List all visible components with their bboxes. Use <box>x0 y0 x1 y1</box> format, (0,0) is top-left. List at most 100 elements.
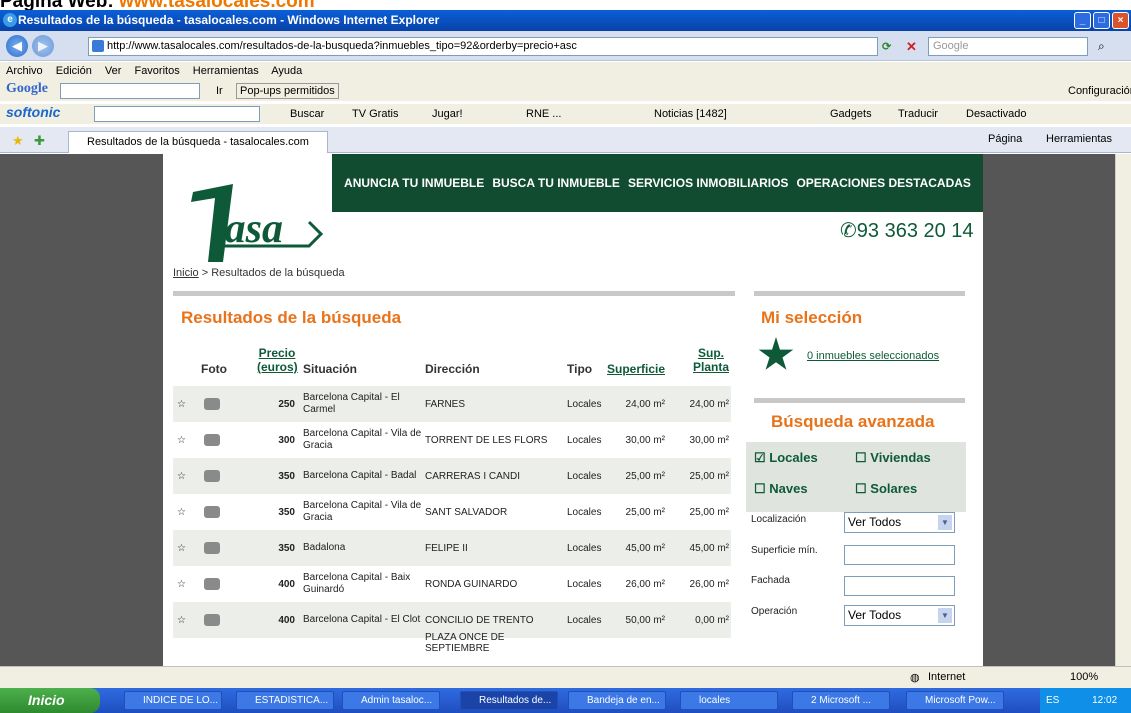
camera-icon[interactable] <box>204 506 220 518</box>
site-container: tasa ANUNCIA TU INMUEBLE BUSCA TU INMUEB… <box>163 154 983 666</box>
configuracion-button[interactable]: Configuración <box>1068 81 1131 101</box>
tray-language[interactable]: ES <box>1046 695 1059 706</box>
col-precio-sort[interactable]: Precio (euros) <box>257 346 298 374</box>
check-naves[interactable]: ☐ Naves <box>754 481 808 497</box>
row-superficie: 24,00 m² <box>625 398 665 410</box>
minimize-icon[interactable]: _ <box>1074 12 1091 29</box>
traducir-button[interactable]: Traducir <box>898 104 938 124</box>
table-row[interactable]: ☆ 350 Badalona FELIPE II Locales 45,00 m² 45,0… <box>173 530 731 566</box>
search-input[interactable]: Google <box>928 37 1088 56</box>
table-row[interactable]: ☆ 350 Barcelona Capital - Vila de Gracia SA… <box>173 494 731 530</box>
selection-star-icon <box>758 337 794 370</box>
system-tray: ES 12:02 <box>1040 688 1131 713</box>
task-indice[interactable]: INDICE DE LO... <box>124 691 222 710</box>
table-row[interactable]: ☆ 400 Barcelona Capital - Baix Guinardó RON… <box>173 566 731 602</box>
camera-icon[interactable] <box>204 578 220 590</box>
table-row[interactable]: ☆ 300 Barcelona Capital - Vila de Gracia TO… <box>173 422 731 458</box>
seleccionados-link[interactable]: 0 inmuebles seleccionados <box>807 350 939 362</box>
col-superficie-sort[interactable]: Superficie <box>607 362 665 376</box>
superficie-input[interactable] <box>844 545 955 565</box>
noticias-button[interactable]: Noticias [1482] <box>654 104 727 124</box>
operacion-select[interactable]: Ver Todos ▼ <box>844 605 955 626</box>
menu-ver[interactable]: Ver <box>105 65 122 77</box>
fachada-input[interactable] <box>844 576 955 596</box>
task-admin[interactable]: Admin tasaloc... <box>342 691 440 710</box>
zoom-level[interactable]: 100% <box>1070 671 1098 683</box>
menu-edicion[interactable]: Edición <box>56 65 92 77</box>
rne-button[interactable]: RNE ... <box>526 104 561 124</box>
row-direccion: FARNES <box>425 398 466 410</box>
task-bandeja[interactable]: Bandeja de en... <box>568 691 666 710</box>
desactivado-button[interactable]: Desactivado <box>966 104 1027 124</box>
popups-button[interactable]: Pop-ups permitidos <box>236 83 339 99</box>
menu-ayuda[interactable]: Ayuda <box>271 65 302 77</box>
menu-favoritos[interactable]: Favoritos <box>134 65 179 77</box>
tab-resultados[interactable]: Resultados de la búsqueda - tasalocales.… <box>68 131 328 153</box>
task-powerpoint[interactable]: Microsoft Pow... <box>906 691 1004 710</box>
table-row-partial[interactable]: PLAZA ONCE DE SEPTIEMBRE <box>173 630 731 666</box>
row-planta: 30,00 m² <box>689 434 729 446</box>
check-locales[interactable]: ☑ Locales <box>754 450 818 466</box>
nav-operaciones[interactable]: OPERACIONES DESTACADAS <box>796 176 970 190</box>
favorite-star-icon[interactable]: ☆ <box>177 494 191 530</box>
pagina-menu[interactable]: Página <box>988 133 1022 145</box>
camera-icon[interactable] <box>204 434 220 446</box>
row-direccion: RONDA GUINARDO <box>425 578 518 590</box>
camera-icon[interactable] <box>204 542 220 554</box>
task-resultados[interactable]: Resultados de... <box>460 691 558 710</box>
gadgets-button[interactable]: Gadgets <box>830 104 872 124</box>
check-viviendas-label: Viviendas <box>870 450 931 465</box>
tasa-logo[interactable]: tasa <box>173 184 323 264</box>
softonic-search-input[interactable] <box>94 106 260 122</box>
task-locales[interactable]: locales <box>680 691 778 710</box>
task-microsoft[interactable]: 2 Microsoft ... <box>792 691 890 710</box>
tv-gratis-button[interactable]: TV Gratis <box>352 104 398 124</box>
task-estadistica[interactable]: ESTADISTICA... <box>236 691 334 710</box>
stop-icon[interactable]: ✕ <box>906 39 917 55</box>
nav-busca[interactable]: BUSCA TU INMUEBLE <box>492 176 620 190</box>
check-solares[interactable]: ☐ Solares <box>855 481 917 497</box>
row-tipo: Locales <box>567 578 602 590</box>
add-favorites-icon[interactable]: ✚ <box>34 133 45 149</box>
vertical-scrollbar[interactable] <box>1115 154 1131 666</box>
table-row[interactable]: ☆ 250 Barcelona Capital - El Carmel FARNES L… <box>173 386 731 422</box>
col-planta-sort[interactable]: Sup. Planta <box>691 346 731 374</box>
google-search-input[interactable] <box>60 83 200 99</box>
check-viviendas[interactable]: ☐ Viviendas <box>855 450 931 466</box>
address-input[interactable]: http://www.tasalocales.com/resultados-de… <box>88 37 878 56</box>
row-tipo: Locales <box>567 398 602 410</box>
favorite-star-icon[interactable]: ☆ <box>177 422 191 458</box>
page-label-prefix: Página Web: <box>0 0 119 10</box>
check-solares-label: Solares <box>870 481 918 496</box>
buscar-button[interactable]: Buscar <box>290 104 324 124</box>
localizacion-select[interactable]: Ver Todos ▼ <box>844 512 955 533</box>
favorite-star-icon[interactable]: ☆ <box>177 458 191 494</box>
camera-icon[interactable] <box>204 470 220 482</box>
address-url: http://www.tasalocales.com/resultados-de… <box>107 40 577 52</box>
refresh-icon[interactable]: ⟳ <box>882 40 891 53</box>
herramientas-menu[interactable]: Herramientas <box>1046 133 1112 145</box>
favorite-star-icon[interactable]: ☆ <box>177 530 191 566</box>
favorite-star-icon[interactable]: ☆ <box>177 386 191 422</box>
nav-anuncia[interactable]: ANUNCIA TU INMUEBLE <box>344 176 484 190</box>
favorite-star-icon[interactable]: ☆ <box>177 566 191 602</box>
search-icon[interactable]: ⌕ <box>1098 39 1105 54</box>
maximize-icon[interactable]: □ <box>1093 12 1110 29</box>
page-icon <box>92 40 104 52</box>
menu-archivo[interactable]: Archivo <box>6 65 43 77</box>
jugar-button[interactable]: Jugar! <box>432 104 463 124</box>
nav-servicios[interactable]: SERVICIOS INMOBILIARIOS <box>628 176 788 190</box>
page-viewport: tasa ANUNCIA TU INMUEBLE BUSCA TU INMUEB… <box>0 154 1115 666</box>
back-icon[interactable]: ◀ <box>6 35 28 57</box>
breadcrumb-home[interactable]: Inicio <box>173 267 199 279</box>
close-icon[interactable]: × <box>1112 12 1129 29</box>
forward-icon[interactable]: ▶ <box>32 35 54 57</box>
table-row[interactable]: ☆ 350 Barcelona Capital - Badal CARRERAS I … <box>173 458 731 494</box>
favorites-star-icon[interactable]: ★ <box>12 133 24 149</box>
start-button[interactable]: Inicio <box>0 688 100 713</box>
camera-icon[interactable] <box>204 398 220 410</box>
camera-icon[interactable] <box>204 614 220 626</box>
menu-bar: Archivo Edición Ver Favoritos Herramient… <box>0 62 1131 81</box>
google-ir-button[interactable]: Ir <box>216 81 223 101</box>
menu-herramientas[interactable]: Herramientas <box>193 65 259 77</box>
